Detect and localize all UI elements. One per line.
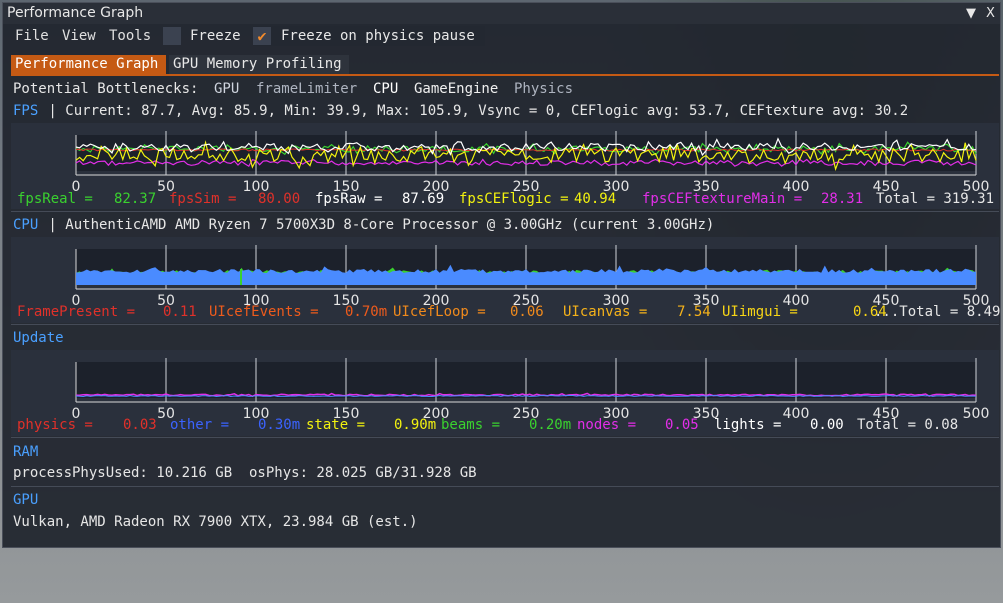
legend-total: ...Total = 8.49 [874,304,1001,320]
legend-value: 0.05 [665,417,699,433]
ram-header: RAM [13,444,39,460]
tab-gpu-memory-profiling[interactable]: GPU Memory Profiling [169,55,349,74]
menu-file[interactable]: File [15,25,49,47]
legend-name: physics = [17,417,93,433]
legend-name: fpsRaw = [315,191,383,207]
gpu-header: GPU [13,492,39,508]
legend-value: 80.00 [258,191,301,207]
legend-value: 82.37 [114,191,157,207]
bottleneck-physics: Physics [514,81,574,97]
legend-name: UIcefLoop = [393,304,486,320]
legend-name: fpsCEFlogic = [459,191,569,207]
legend-value: 0.90m [394,417,437,433]
menu-tools[interactable]: Tools [109,25,151,47]
legend-value: 0.20m [529,417,572,433]
freeze-physics-checkbox[interactable]: ✔ [253,27,271,45]
legend-name: UIcefEvents = [209,304,319,320]
ram-info: processPhysUsed: 10.216 GB osPhys: 28.02… [13,465,477,481]
legend-name: fpsSim = [169,191,237,207]
legend-name: fpsCEFtextureMain = [642,191,803,207]
legend-value: 0.00 [810,417,844,433]
legend-value: 0.03 [123,417,157,433]
bottlenecks-label: Potential Bottlenecks: [13,81,199,97]
bottleneck-gameengine: GameEngine [414,81,499,97]
bottleneck-cpu: CPU [373,81,399,97]
legend-name: nodes = [577,417,637,433]
checkmark-icon: ✔ [257,27,267,45]
update-header: Update [13,330,64,346]
legend-total: Total = 319.31 [876,191,995,207]
legend-value: 0.30m [258,417,301,433]
menu-bar: File View Tools [3,25,1000,47]
section-divider [11,437,999,438]
title-bar[interactable]: Performance Graph ▼ X [3,3,1000,24]
section-divider [11,324,999,325]
legend-value: 7.54 [677,304,711,320]
collapse-icon[interactable]: ▼ [966,3,976,24]
legend-name: fpsReal = [17,191,93,207]
gpu-info: Vulkan, AMD Radeon RX 7900 XTX, 23.984 G… [13,514,418,530]
tab-performance-graph[interactable]: Performance Graph [11,55,166,74]
menu-view[interactable]: View [62,25,96,47]
legend-total: Total = 0.08 [857,417,959,433]
bottleneck-gpu: GPU [214,81,240,97]
tab-underline [11,74,999,76]
legend-name: state = [306,417,366,433]
fps-header: FPS [13,103,39,119]
legend-name: lights = [714,417,782,433]
bottleneck-framelimiter: frameLimiter [256,81,358,97]
section-divider [11,486,999,487]
legend-value: 40.94 [574,191,617,207]
legend-value: 28.31 [821,191,864,207]
freeze-label: Freeze [190,28,241,44]
legend-value: 0.70m [345,304,388,320]
cpu-legend: FramePresent = 0.11 UIcefEvents = 0.70m UIce… [17,303,1002,321]
freeze-physics-label: Freeze on physics pause [281,28,475,44]
legend-name: FramePresent = [17,304,136,320]
legend-value: 0.06 [510,304,544,320]
fps-legend: fpsReal = 82.37 fpsSim = 80.00 fpsRaw = 87.69… [17,190,1002,208]
cpu-summary: | AuthenticAMD AMD Ryzen 7 5700X3D 8-Cor… [40,217,715,233]
legend-name: UIimgui = [722,304,798,320]
legend-name: beams = [441,417,501,433]
fps-summary: | Current: 87.7, Avg: 85.9, Min: 39.9, M… [40,103,909,119]
legend-value: 0.11 [163,304,197,320]
legend-name: UIcanvas = [563,304,648,320]
legend-value: 87.69 [402,191,445,207]
performance-graph-window: Performance Graph ▼ X File View Tools Fr… [2,2,1001,548]
cpu-header: CPU [13,217,39,233]
update-legend: physics = 0.03 other = 0.30m state = 0.90m bea… [17,416,1002,434]
section-divider [11,211,999,212]
freeze-checkbox[interactable] [163,27,181,45]
legend-name: other = [170,417,230,433]
window-title: Performance Graph [7,5,144,21]
close-icon[interactable]: X [986,3,995,24]
